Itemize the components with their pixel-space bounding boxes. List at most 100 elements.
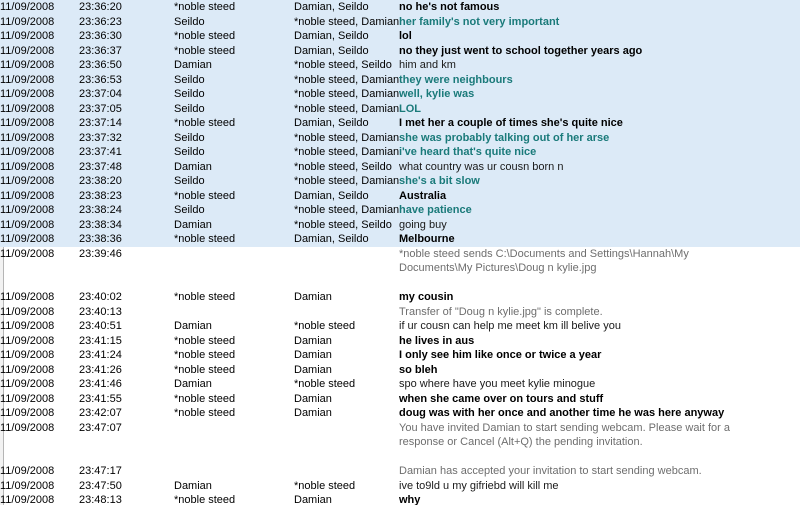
row-to-cell: Damian, Seildo: [294, 232, 399, 247]
table-row[interactable]: 11/09/2008 23:37:04 Seildo *noble steed, Da…: [0, 87, 800, 102]
row-message-cell: so bleh: [399, 363, 800, 378]
table-row[interactable]: 11/09/2008 23:38:36 *noble steed Damian, Se…: [0, 232, 800, 247]
table-row[interactable]: 11/09/2008 23:41:24 *noble steed Damian I on…: [0, 348, 800, 363]
row-date-cell: 11/09/2008: [0, 407, 55, 419]
row-message-cell: Damian has accepted your invitation to s…: [399, 464, 800, 479]
row-message-cell: ive to9ld u my gifriebd will kill me: [399, 479, 800, 494]
table-row[interactable]: 11/09/2008 23:37:32 Seildo *noble steed, Da…: [0, 130, 800, 145]
row-from-cell: [174, 421, 294, 450]
table-row[interactable]: 11/09/2008 23:41:26 *noble steed Damian so b…: [0, 363, 800, 378]
row-message-cell: have patience: [399, 203, 800, 218]
row-date-cell: 11/09/2008: [0, 29, 79, 44]
row-date-cell: 11/09/2008: [0, 392, 55, 405]
table-row[interactable]: 11/09/2008 23:36:23 Seildo *noble steed, Da…: [0, 14, 800, 29]
row-message-cell: her family's not very important: [399, 14, 800, 29]
table-row[interactable]: 11/09/2008 23:39:46 *noble steed sends C:\…: [0, 247, 800, 276]
table-row[interactable]: 11/09/2008 23:36:53 Seildo *noble steed, Da…: [0, 72, 800, 87]
row-message-cell: going buy: [399, 217, 800, 232]
row-spacer-cell: [399, 276, 800, 291]
row-message-cell: no they just went to school together yea…: [399, 43, 800, 58]
row-message-text: *noble steed sends C:\Documents and Sett…: [399, 247, 689, 275]
row-message-cell: him and km: [399, 58, 800, 73]
table-row[interactable]: 11/09/2008 23:40:02 *noble steed Damian my c…: [0, 290, 800, 305]
row-to-cell: Damian, Seildo: [294, 43, 399, 58]
row-date-cell: 11/09/2008: [0, 349, 55, 361]
row-to-cell: [294, 247, 399, 276]
table-row[interactable]: 11/09/2008 23:36:50 Damian *noble steed, Se…: [0, 58, 800, 73]
row-date-cell: 11/09/2008: [0, 247, 55, 260]
table-row[interactable]: 11/09/2008 23:47:17 Damian has accepted yo…: [0, 464, 800, 479]
row-time-cell: 23:40:02: [79, 291, 122, 303]
chat-log-viewport[interactable]: 11/09/2008 23:36:20 *noble steed Damian, Se…: [0, 0, 800, 505]
row-spacer-cell: [294, 450, 399, 465]
row-date-cell: 11/09/2008: [0, 87, 79, 102]
table-row[interactable]: 11/09/2008 23:38:34 Damian *noble steed, Se…: [0, 217, 800, 232]
table-row[interactable]: 11/09/2008 23:38:20 Seildo *noble steed, Da…: [0, 174, 800, 189]
row-time-cell: 23:37:32: [79, 130, 174, 145]
row-message-text: doug was with her once and another time …: [399, 407, 725, 419]
row-from-cell: *noble steed: [174, 349, 236, 361]
row-time-cell: 23:41:15: [79, 334, 122, 347]
table-row[interactable]: 11/09/2008 23:36:20 *noble steed Damian, Se…: [0, 0, 800, 15]
row-date-cell: 11/09/2008: [0, 188, 79, 203]
row-time-cell: 23:37:41: [79, 145, 174, 160]
row-spacer-cell: [0, 450, 79, 465]
row-to-cell: *noble steed, Seildo: [294, 217, 399, 232]
table-row[interactable]: 11/09/2008 23:38:23 *noble steed Damian, Se…: [0, 188, 800, 203]
row-from-cell: *noble steed: [174, 392, 236, 405]
row-time-cell: 23:41:55: [79, 392, 122, 405]
row-message-text: spo where have you meet kylie minogue: [399, 378, 596, 390]
table-row[interactable]: 11/09/2008 23:48:13 *noble steed Damian why: [0, 493, 800, 505]
row-spacer-cell: [79, 450, 174, 465]
row-time-cell: 23:41:26: [79, 363, 122, 376]
row-from-cell: [174, 247, 294, 276]
table-row[interactable]: 11/09/2008 23:41:46 Damian *noble steed spo …: [0, 377, 800, 392]
row-date-cell: 11/09/2008: [0, 421, 55, 434]
table-row[interactable]: 11/09/2008 23:47:50 Damian *noble steed ive …: [0, 479, 800, 494]
table-row[interactable]: 11/09/2008 23:40:51 Damian *noble steed if u…: [0, 319, 800, 334]
row-to-cell: Damian, Seildo: [294, 0, 399, 15]
row-message-text: my cousin: [399, 291, 454, 303]
row-message-text: have patience: [399, 204, 472, 216]
table-row[interactable]: 11/09/2008 23:42:07 *noble steed Damian doug…: [0, 406, 800, 421]
chat-log-table[interactable]: 11/09/2008 23:36:20 *noble steed Damian, Se…: [0, 0, 800, 505]
row-message-cell: well, kylie was: [399, 87, 800, 102]
row-date-cell: 11/09/2008: [0, 101, 79, 116]
row-from-cell: Seildo: [174, 145, 294, 160]
row-date-cell: 11/09/2008: [0, 334, 55, 347]
row-time-cell: 23:47:17: [79, 465, 122, 477]
table-row[interactable]: 11/09/2008 23:37:05 Seildo *noble steed, Da…: [0, 101, 800, 116]
row-from-cell: *noble steed: [174, 291, 236, 303]
chat-log-body[interactable]: 11/09/2008 23:36:20 *noble steed Damian, Se…: [0, 0, 800, 505]
row-message-text: if ur cousn can help me meet km ill beli…: [399, 320, 621, 332]
table-row[interactable]: 11/09/2008 23:37:48 Damian *noble steed, Se…: [0, 159, 800, 174]
row-message-cell: You have invited Damian to start sending…: [399, 421, 800, 450]
table-row[interactable]: 11/09/2008 23:38:24 Seildo *noble steed, Da…: [0, 203, 800, 218]
table-row[interactable]: 11/09/2008 23:36:37 *noble steed Damian, Se…: [0, 43, 800, 58]
row-spacer: [0, 450, 800, 465]
row-from-cell: *noble steed: [174, 116, 294, 131]
row-time-cell: 23:48:13: [79, 494, 122, 505]
row-date-cell: 11/09/2008: [0, 130, 79, 145]
row-time-cell: 23:37:04: [79, 87, 174, 102]
row-to-cell: Damian: [294, 392, 332, 405]
table-row[interactable]: 11/09/2008 23:41:15 *noble steed Damian he l…: [0, 334, 800, 349]
row-date-cell: 11/09/2008: [0, 43, 79, 58]
row-message-text: him and km: [399, 59, 456, 71]
row-to-cell: *noble steed, Damian: [294, 130, 399, 145]
table-row[interactable]: 11/09/2008 23:40:13 Transfer of "Doug n ky…: [0, 305, 800, 320]
row-time-cell: 23:36:23: [79, 14, 174, 29]
table-row[interactable]: 11/09/2008 23:36:30 *noble steed Damian, Se…: [0, 29, 800, 44]
row-date-cell: 11/09/2008: [0, 378, 55, 390]
table-row[interactable]: 11/09/2008 23:37:14 *noble steed Damian, Se…: [0, 116, 800, 131]
row-date-cell: 11/09/2008: [0, 159, 79, 174]
table-row[interactable]: 11/09/2008 23:41:55 *noble steed Damian when…: [0, 392, 800, 407]
table-row[interactable]: 11/09/2008 23:47:07 You have invited Damia…: [0, 421, 800, 450]
row-date-cell: 11/09/2008: [0, 116, 79, 131]
table-row[interactable]: 11/09/2008 23:37:41 Seildo *noble steed, Da…: [0, 145, 800, 160]
row-date-cell: 11/09/2008: [0, 174, 79, 189]
row-from-cell: Seildo: [174, 87, 294, 102]
row-time-cell: 23:38:23: [79, 188, 174, 203]
row-date-cell: 11/09/2008: [0, 145, 79, 160]
row-message-cell: when she came over on tours and stuff: [399, 392, 800, 407]
